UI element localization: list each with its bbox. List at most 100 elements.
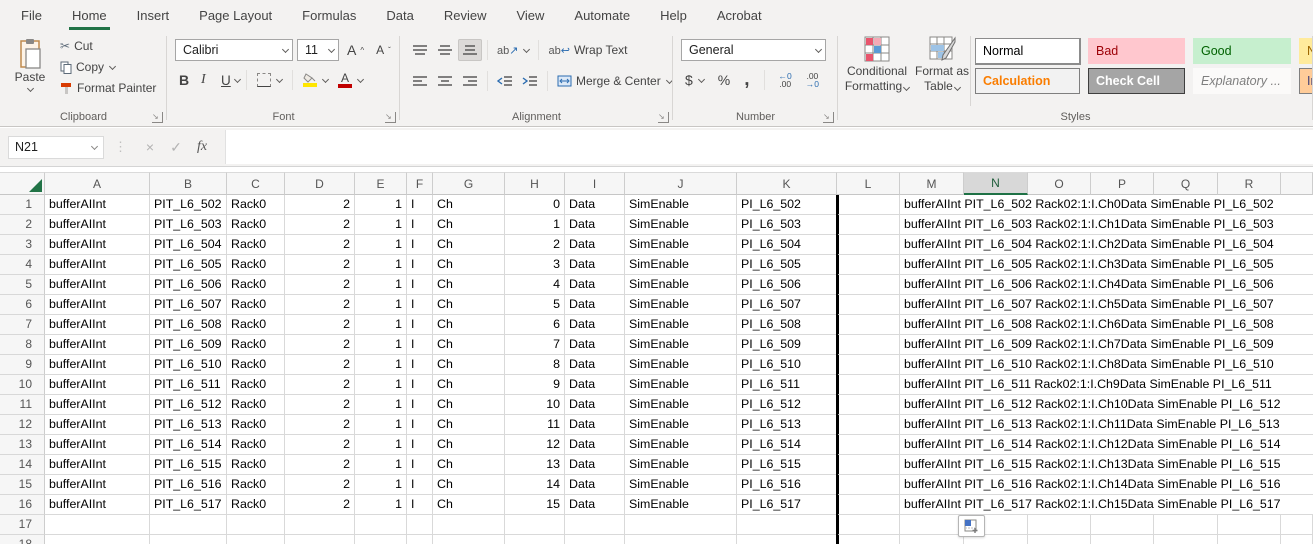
cell-D17[interactable] [285, 515, 355, 535]
cell-G15[interactable]: Ch [433, 475, 505, 495]
cell-L9[interactable] [837, 355, 900, 375]
column-header-A[interactable]: A [45, 172, 150, 195]
cell-L10[interactable] [837, 375, 900, 395]
cell-B13[interactable]: PIT_L6_514 [150, 435, 227, 455]
cell-I15[interactable]: Data [565, 475, 625, 495]
cell-L11[interactable] [837, 395, 900, 415]
cell-B2[interactable]: PIT_L6_503 [150, 215, 227, 235]
cell-A18[interactable] [45, 535, 150, 544]
cell-L17[interactable] [837, 515, 900, 535]
row-header-15[interactable]: 15 [0, 475, 45, 495]
cell-E5[interactable]: 1 [355, 275, 407, 295]
cell-H14[interactable]: 13 [505, 455, 565, 475]
cell-J4[interactable]: SimEnable [625, 255, 737, 275]
paste-dropdown-icon[interactable] [26, 84, 34, 93]
cell-D15[interactable]: 2 [285, 475, 355, 495]
style-gallery-item-7[interactable]: In [1299, 68, 1313, 94]
comma-style-button[interactable]: , [740, 70, 753, 89]
cell-C13[interactable]: Rack0 [227, 435, 285, 455]
cell-H16[interactable]: 15 [505, 495, 565, 515]
percent-style-button[interactable]: % [714, 71, 734, 89]
column-header-L[interactable]: L [837, 172, 900, 195]
cell-J16[interactable]: SimEnable [625, 495, 737, 515]
cell-B4[interactable]: PIT_L6_505 [150, 255, 227, 275]
cell-J18[interactable] [625, 535, 737, 544]
cell-M10[interactable]: bufferAIInt PIT_L6_511 Rack02:1:I.Ch9Dat… [900, 375, 1313, 395]
cell-D11[interactable]: 2 [285, 395, 355, 415]
cell-L1[interactable] [837, 195, 900, 215]
align-middle-button[interactable] [433, 39, 457, 61]
cell-A3[interactable]: bufferAIInt [45, 235, 150, 255]
shrink-font-button[interactable]: Aˇ [372, 42, 395, 58]
orientation-button[interactable]: ab↗ [493, 43, 533, 58]
cell-H10[interactable]: 9 [505, 375, 565, 395]
cell-D18[interactable] [285, 535, 355, 544]
cell-G12[interactable]: Ch [433, 415, 505, 435]
cell-F7[interactable]: I [407, 315, 433, 335]
cell-J8[interactable]: SimEnable [625, 335, 737, 355]
cell-I4[interactable]: Data [565, 255, 625, 275]
cell-F15[interactable]: I [407, 475, 433, 495]
cell-L15[interactable] [837, 475, 900, 495]
column-header-K[interactable]: K [737, 172, 837, 195]
row-header-5[interactable]: 5 [0, 275, 45, 295]
column-header-R[interactable]: R [1218, 172, 1281, 195]
cell-M8[interactable]: bufferAIInt PIT_L6_509 Rack02:1:I.Ch7Dat… [900, 335, 1313, 355]
cell-A1[interactable]: bufferAIInt [45, 195, 150, 215]
cell-K7[interactable]: PI_L6_508 [737, 315, 837, 335]
cell-L12[interactable] [837, 415, 900, 435]
cell-K3[interactable]: PI_L6_504 [737, 235, 837, 255]
copy-button[interactable]: Copy [56, 59, 160, 75]
cell-L6[interactable] [837, 295, 900, 315]
bold-button[interactable]: B [175, 71, 195, 89]
decrease-decimal-button[interactable]: .00 →0 [802, 71, 823, 89]
style-gallery-item-6[interactable]: Explanatory ... [1193, 68, 1291, 94]
cell-C4[interactable]: Rack0 [227, 255, 285, 275]
cell-G3[interactable]: Ch [433, 235, 505, 255]
cell-B17[interactable] [150, 515, 227, 535]
cell-I16[interactable]: Data [565, 495, 625, 515]
cell-D6[interactable]: 2 [285, 295, 355, 315]
row-header-9[interactable]: 9 [0, 355, 45, 375]
cell-G5[interactable]: Ch [433, 275, 505, 295]
cell-D12[interactable]: 2 [285, 415, 355, 435]
number-dialog-launcher[interactable]: ↘ [823, 112, 834, 123]
cell-D2[interactable]: 2 [285, 215, 355, 235]
cell-F6[interactable]: I [407, 295, 433, 315]
cell-A2[interactable]: bufferAIInt [45, 215, 150, 235]
cell-A12[interactable]: bufferAIInt [45, 415, 150, 435]
cell-M2[interactable]: bufferAIInt PIT_L6_503 Rack02:1:I.Ch1Dat… [900, 215, 1313, 235]
cell-A7[interactable]: bufferAIInt [45, 315, 150, 335]
cell-D9[interactable]: 2 [285, 355, 355, 375]
cell-M3[interactable]: bufferAIInt PIT_L6_504 Rack02:1:I.Ch2Dat… [900, 235, 1313, 255]
cell-D4[interactable]: 2 [285, 255, 355, 275]
formula-input[interactable] [225, 130, 1313, 164]
cell-I2[interactable]: Data [565, 215, 625, 235]
cell-J1[interactable]: SimEnable [625, 195, 737, 215]
cell-E4[interactable]: 1 [355, 255, 407, 275]
cell-C1[interactable]: Rack0 [227, 195, 285, 215]
column-header-I[interactable]: I [565, 172, 625, 195]
cell-J14[interactable]: SimEnable [625, 455, 737, 475]
tab-acrobat[interactable]: Acrobat [702, 0, 777, 30]
column-header-H[interactable]: H [505, 172, 565, 195]
cell-H13[interactable]: 12 [505, 435, 565, 455]
font-size-combo[interactable]: 11 [297, 39, 339, 61]
cell-J9[interactable]: SimEnable [625, 355, 737, 375]
cell-E6[interactable]: 1 [355, 295, 407, 315]
cell-J15[interactable]: SimEnable [625, 475, 737, 495]
cell-K6[interactable]: PI_L6_507 [737, 295, 837, 315]
clipboard-dialog-launcher[interactable]: ↘ [152, 112, 163, 123]
cell-C17[interactable] [227, 515, 285, 535]
name-box[interactable]: N21 [8, 135, 104, 159]
cell-S17[interactable] [1281, 515, 1313, 535]
cell-K18[interactable] [737, 535, 837, 544]
cell-M4[interactable]: bufferAIInt PIT_L6_505 Rack02:1:I.Ch3Dat… [900, 255, 1313, 275]
tab-automate[interactable]: Automate [559, 0, 645, 30]
cell-G11[interactable]: Ch [433, 395, 505, 415]
cell-M18[interactable] [900, 535, 964, 544]
insert-function-icon[interactable]: fx [189, 139, 215, 155]
number-format-combo[interactable]: General [681, 39, 826, 61]
fill-color-button[interactable] [299, 72, 332, 88]
cell-H15[interactable]: 14 [505, 475, 565, 495]
